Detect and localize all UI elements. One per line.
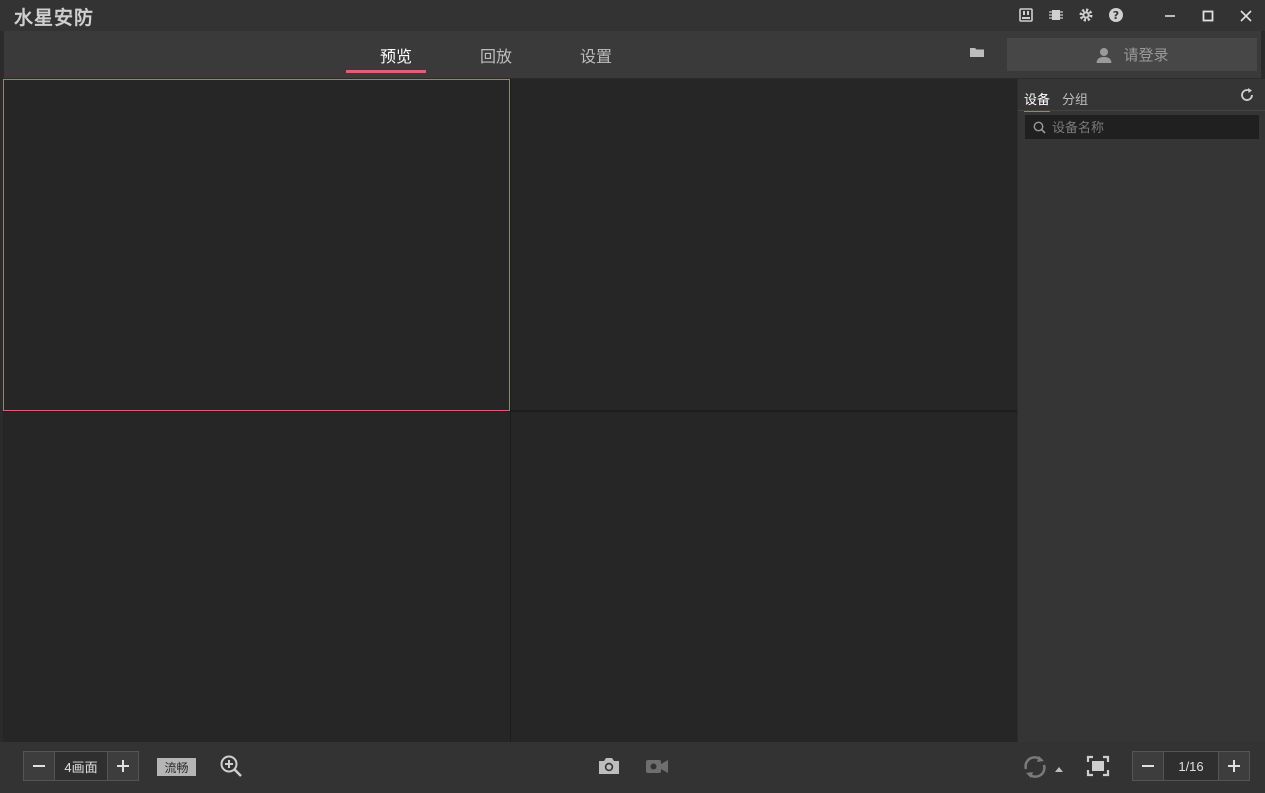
user-icon — [1096, 47, 1112, 63]
app-title: 水星安防 — [14, 8, 95, 29]
panel-tabs: 设备 分组 — [1024, 89, 1088, 112]
help-icon[interactable]: ? — [1107, 6, 1125, 24]
record-icon[interactable] — [644, 755, 670, 777]
window-controls — [1151, 0, 1265, 31]
tab-playback[interactable]: 回放 — [446, 31, 546, 78]
main-tabs: 预览 回放 设置 — [346, 31, 646, 78]
login-button[interactable]: 请登录 — [1007, 38, 1257, 71]
maximize-icon — [1202, 10, 1214, 21]
fit-screen-icon[interactable] — [1086, 755, 1110, 777]
tab-settings[interactable]: 设置 — [546, 31, 646, 78]
minimize-icon — [1165, 14, 1175, 17]
layout-decrease-button[interactable] — [24, 752, 54, 780]
maximize-button[interactable] — [1189, 0, 1227, 31]
close-icon — [1240, 9, 1252, 22]
bottom-toolbar: 4画面 流畅 1/16 — [0, 742, 1265, 793]
gear-icon[interactable] — [1077, 6, 1095, 24]
video-cell-4[interactable] — [511, 412, 1017, 742]
tab-preview[interactable]: 预览 — [346, 31, 446, 78]
page-prev-button[interactable] — [1133, 752, 1163, 780]
search-input[interactable] — [1052, 119, 1252, 135]
page-next-button[interactable] — [1219, 752, 1249, 780]
search-icon — [1033, 121, 1046, 134]
folder-icon[interactable] — [969, 45, 987, 63]
video-cell-2[interactable] — [511, 79, 1017, 410]
camera-icon[interactable] — [597, 755, 621, 777]
layout-increase-button[interactable] — [108, 752, 138, 780]
close-button[interactable] — [1227, 0, 1265, 31]
nav-bar: 预览 回放 设置 请登录 — [4, 31, 1261, 78]
video-cell-1[interactable] — [3, 79, 510, 411]
rotate-icon[interactable] — [1020, 753, 1050, 781]
login-label: 请登录 — [1123, 47, 1169, 64]
memory-card-icon[interactable] — [1017, 6, 1035, 24]
layout-label: 4画面 — [54, 752, 108, 780]
title-toolbar: ? — [1017, 6, 1125, 24]
minimize-button[interactable] — [1151, 0, 1189, 31]
refresh-icon[interactable] — [1239, 87, 1255, 103]
tab-groups[interactable]: 分组 — [1062, 89, 1088, 112]
minus-icon — [33, 765, 45, 767]
page-stepper: 1/16 — [1132, 751, 1250, 781]
device-search — [1025, 115, 1259, 139]
page-indicator: 1/16 — [1163, 752, 1219, 780]
layout-stepper: 4画面 — [23, 751, 139, 781]
svg-text:?: ? — [1113, 9, 1119, 22]
video-grid — [3, 79, 1017, 742]
video-cell-3[interactable] — [3, 412, 510, 742]
plus-icon — [1228, 760, 1240, 772]
caret-up-icon[interactable] — [1054, 761, 1064, 772]
stream-quality-button[interactable]: 流畅 — [157, 758, 196, 776]
zoom-in-icon[interactable] — [219, 754, 243, 778]
minus-icon — [1142, 765, 1154, 767]
chip-icon[interactable] — [1047, 6, 1065, 24]
panel-divider — [1018, 110, 1265, 111]
plus-icon — [117, 760, 129, 772]
tab-devices[interactable]: 设备 — [1024, 89, 1051, 112]
device-panel: 设备 分组 — [1018, 79, 1265, 742]
title-bar: 水星安防 ? — [0, 0, 1265, 31]
